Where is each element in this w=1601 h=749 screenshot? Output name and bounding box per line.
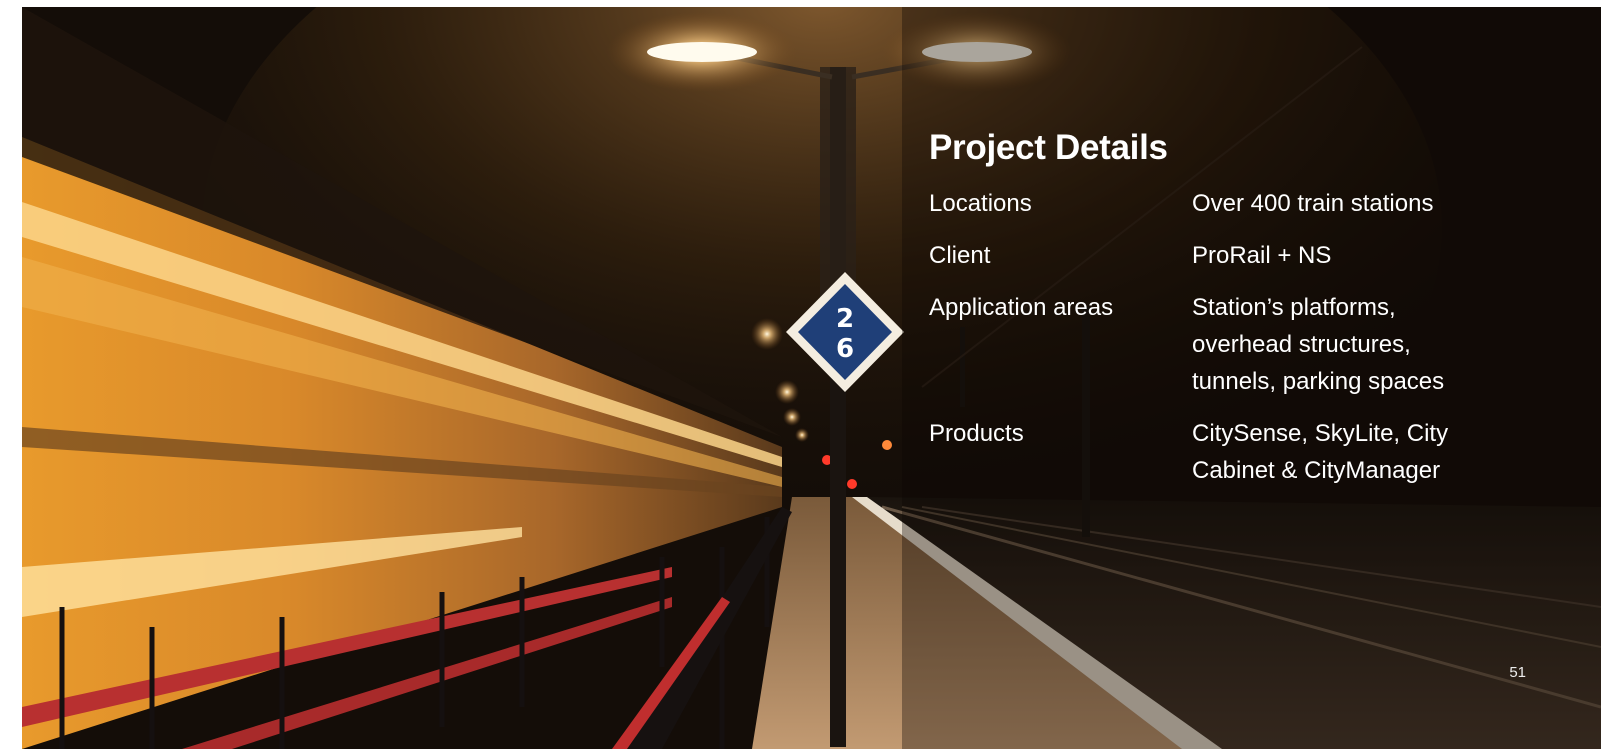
detail-value: Over 400 train stations <box>1192 190 1434 217</box>
detail-row-products: Products CitySense, SkyLite, City Cabine… <box>929 415 1549 495</box>
detail-label: Client <box>929 242 991 269</box>
detail-row-client: Client ProRail + NS <box>929 237 1549 289</box>
detail-value: CitySense, SkyLite, City Cabinet & CityM… <box>1192 420 1449 484</box>
detail-value: ProRail + NS <box>1192 242 1332 269</box>
project-details: Project Details Locations Over 400 train… <box>929 127 1549 495</box>
page-number: 51 <box>1509 664 1526 681</box>
platform-sign-line1: 2 <box>836 304 854 334</box>
detail-label: Locations <box>929 190 1032 217</box>
detail-value: Station’s platforms, overhead structures… <box>1192 294 1445 395</box>
detail-label: Application areas <box>929 294 1114 321</box>
platform-sign-line2: 6 <box>836 334 854 364</box>
slide: 2 6 Project Details Locations Over 400 t… <box>22 7 1601 749</box>
detail-label: Products <box>929 420 1024 447</box>
detail-row-locations: Locations Over 400 train stations <box>929 185 1549 237</box>
detail-row-application-areas: Application areas Station’s platforms, o… <box>929 289 1549 415</box>
page-title: Project Details <box>929 128 1168 167</box>
